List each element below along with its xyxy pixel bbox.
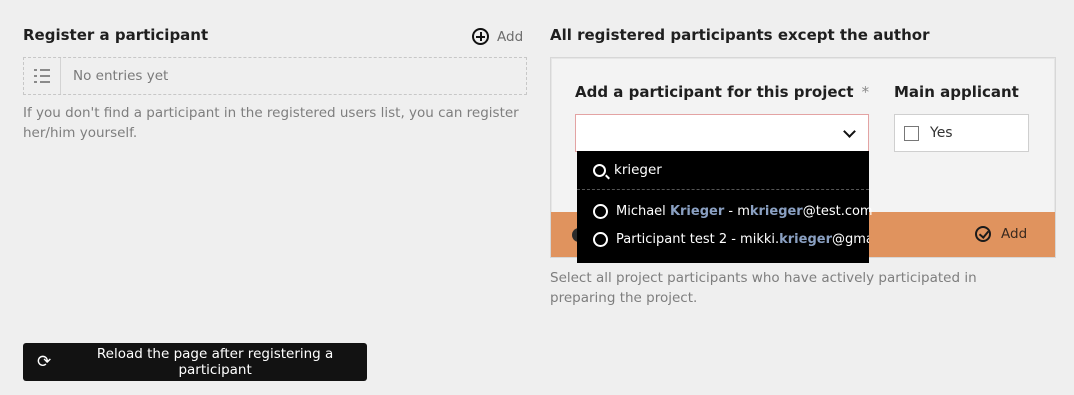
registered-participants-heading: All registered participants except the a… xyxy=(550,26,930,44)
participant-select[interactable] xyxy=(575,114,869,152)
footer-add-label: Add xyxy=(1001,226,1028,242)
dropdown-search[interactable]: krieger xyxy=(577,151,869,190)
register-add-button[interactable]: Add xyxy=(472,28,523,45)
dropdown-option-text: Participant test 2 - mikki.krieger@gmail… xyxy=(616,232,869,247)
reload-icon: ⟳ xyxy=(37,351,52,372)
main-applicant-label: Main applicant xyxy=(894,83,1019,101)
participants-help-text: Select all project participants who have… xyxy=(550,270,977,306)
participant-field-label: Add a participant for this project * xyxy=(575,83,869,101)
dropdown-option[interactable]: Michael Krieger - mkrieger@test.com xyxy=(593,204,873,219)
main-applicant-yes-label: Yes xyxy=(930,125,953,141)
dropdown-search-value[interactable]: krieger xyxy=(614,162,662,178)
register-help-text: If you don't find a participant in the r… xyxy=(23,105,519,141)
radio-icon xyxy=(593,232,608,247)
reload-button-label: Reload the page after registering a part… xyxy=(96,346,334,378)
check-circle-icon xyxy=(975,226,991,242)
empty-entries-text: No entries yet xyxy=(73,68,169,84)
search-icon xyxy=(593,163,606,177)
required-marker: * xyxy=(861,83,870,101)
checkbox[interactable] xyxy=(904,125,919,141)
main-applicant-checkbox[interactable]: Yes xyxy=(894,114,1029,152)
participant-field-label-text: Add a participant for this project xyxy=(575,83,854,101)
reload-page-button[interactable]: ⟳ Reload the page after registering a pa… xyxy=(23,343,367,381)
dropdown-option[interactable]: Participant test 2 - mikki.krieger@gmail… xyxy=(593,232,869,247)
register-add-label: Add xyxy=(497,28,524,45)
register-participant-heading: Register a participant xyxy=(23,26,209,44)
dropdown-option-text: Michael Krieger - mkrieger@test.com xyxy=(616,204,873,219)
add-circle-icon xyxy=(472,28,489,45)
chevron-down-icon xyxy=(843,125,856,138)
list-icon xyxy=(24,58,61,94)
footer-add-button[interactable]: Add xyxy=(975,226,1027,242)
entries-list: No entries yet xyxy=(23,57,527,95)
radio-icon xyxy=(593,204,608,219)
